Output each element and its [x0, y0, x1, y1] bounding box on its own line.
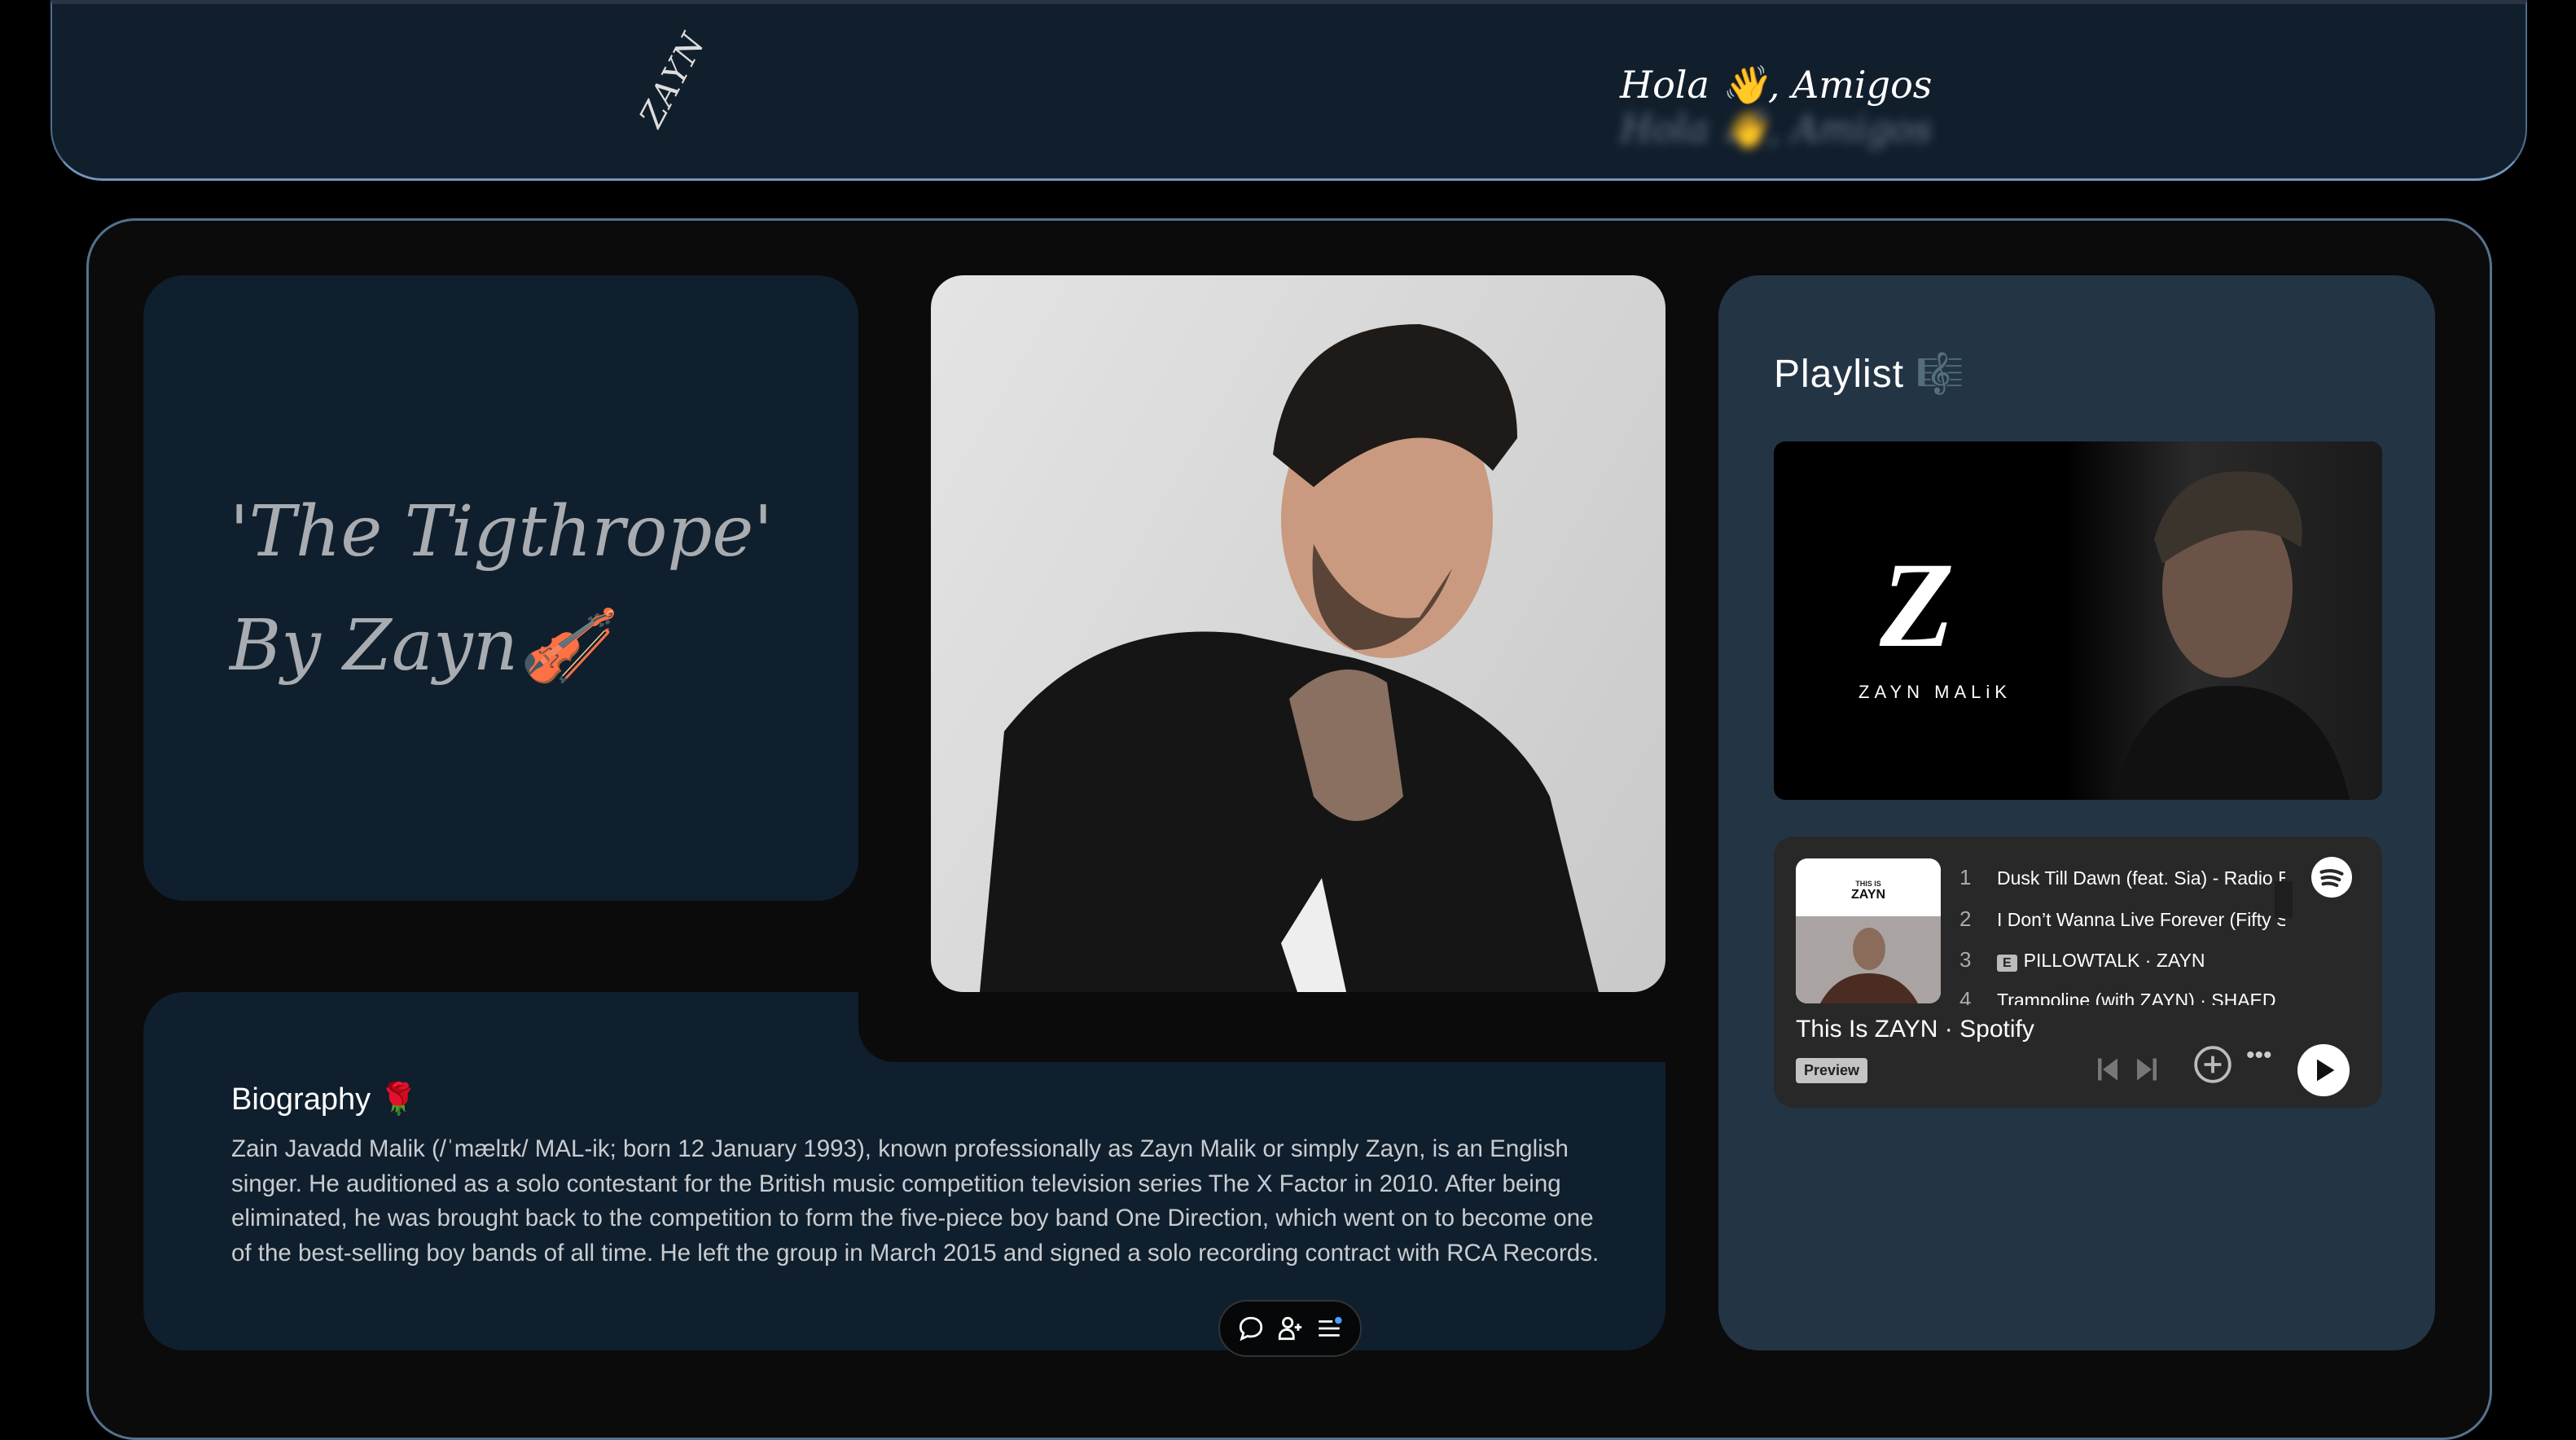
- add-user-icon[interactable]: [1276, 1315, 1304, 1342]
- previous-icon[interactable]: [2093, 1055, 2122, 1084]
- zayn-logo[interactable]: ZAYN: [633, 26, 713, 133]
- track-item[interactable]: 4 Trampoline (with ZAYN) · SHAED: [1959, 987, 2285, 1005]
- playlist-heading: Playlist 🎼: [1774, 353, 1966, 396]
- greeting: Hola 👋, Amigos: [1620, 63, 1933, 107]
- spotify-embed: THIS IS ZAYN 1 Dusk Till Dawn (feat. Sia)…: [1774, 836, 2382, 1108]
- spotify-logo-icon[interactable]: [2311, 857, 2352, 898]
- artist-photo: [931, 275, 1665, 992]
- more-options-icon[interactable]: •••: [2246, 1042, 2272, 1069]
- banner-text: ZAYN MALiK: [1858, 682, 2012, 702]
- explicit-badge: E: [1997, 955, 2017, 972]
- card-notch: [858, 992, 1665, 1062]
- next-icon[interactable]: [2132, 1055, 2161, 1084]
- portrait-image: [980, 324, 1599, 992]
- track-scrollbar[interactable]: [2275, 881, 2293, 918]
- bottom-toolbar: [1218, 1300, 1362, 1357]
- greeting-reflection: Hola 👋, Amigos: [1620, 107, 1933, 151]
- cover-subtitle: THIS IS: [1855, 880, 1881, 888]
- title-card: 'The Tigthrope' By Zayn🎻: [143, 275, 858, 901]
- playlist-title[interactable]: This Is ZAYN · Spotify: [1796, 1016, 2034, 1043]
- song-title: 'The Tigthrope' By Zayn🎻: [230, 491, 773, 687]
- playlist-banner: Z ZAYN MALiK: [1774, 441, 2382, 800]
- track-item[interactable]: 3 E PILLOWTALK · ZAYN: [1959, 947, 2285, 972]
- play-icon[interactable]: [2297, 1044, 2350, 1096]
- chat-icon[interactable]: [1237, 1315, 1265, 1342]
- track-item[interactable]: 1 Dusk Till Dawn (feat. Sia) - Radio Edit: [1959, 865, 2285, 890]
- biography-heading: Biography 🌹: [231, 1082, 418, 1117]
- banner-photo: [2065, 441, 2382, 800]
- cover-title: ZAYN: [1850, 888, 1886, 902]
- header: ZAYN Hola 👋, Amigos Hola 👋, Amigos: [50, 0, 2527, 181]
- playlist-panel: [1718, 275, 2435, 1350]
- biography-text: Zain Javadd Malik (/ˈmælɪk/ MAL-ik; born…: [231, 1135, 1600, 1267]
- zayn-logo-mark: Z: [1880, 538, 1955, 673]
- playlist-cover[interactable]: THIS IS ZAYN: [1796, 858, 1941, 1003]
- preview-badge: Preview: [1796, 1058, 1868, 1083]
- track-item[interactable]: 2I Don’t Wanna Live Forever (Fifty Shade…: [1959, 907, 2285, 932]
- add-icon[interactable]: [2192, 1044, 2233, 1085]
- menu-icon[interactable]: [1315, 1315, 1343, 1342]
